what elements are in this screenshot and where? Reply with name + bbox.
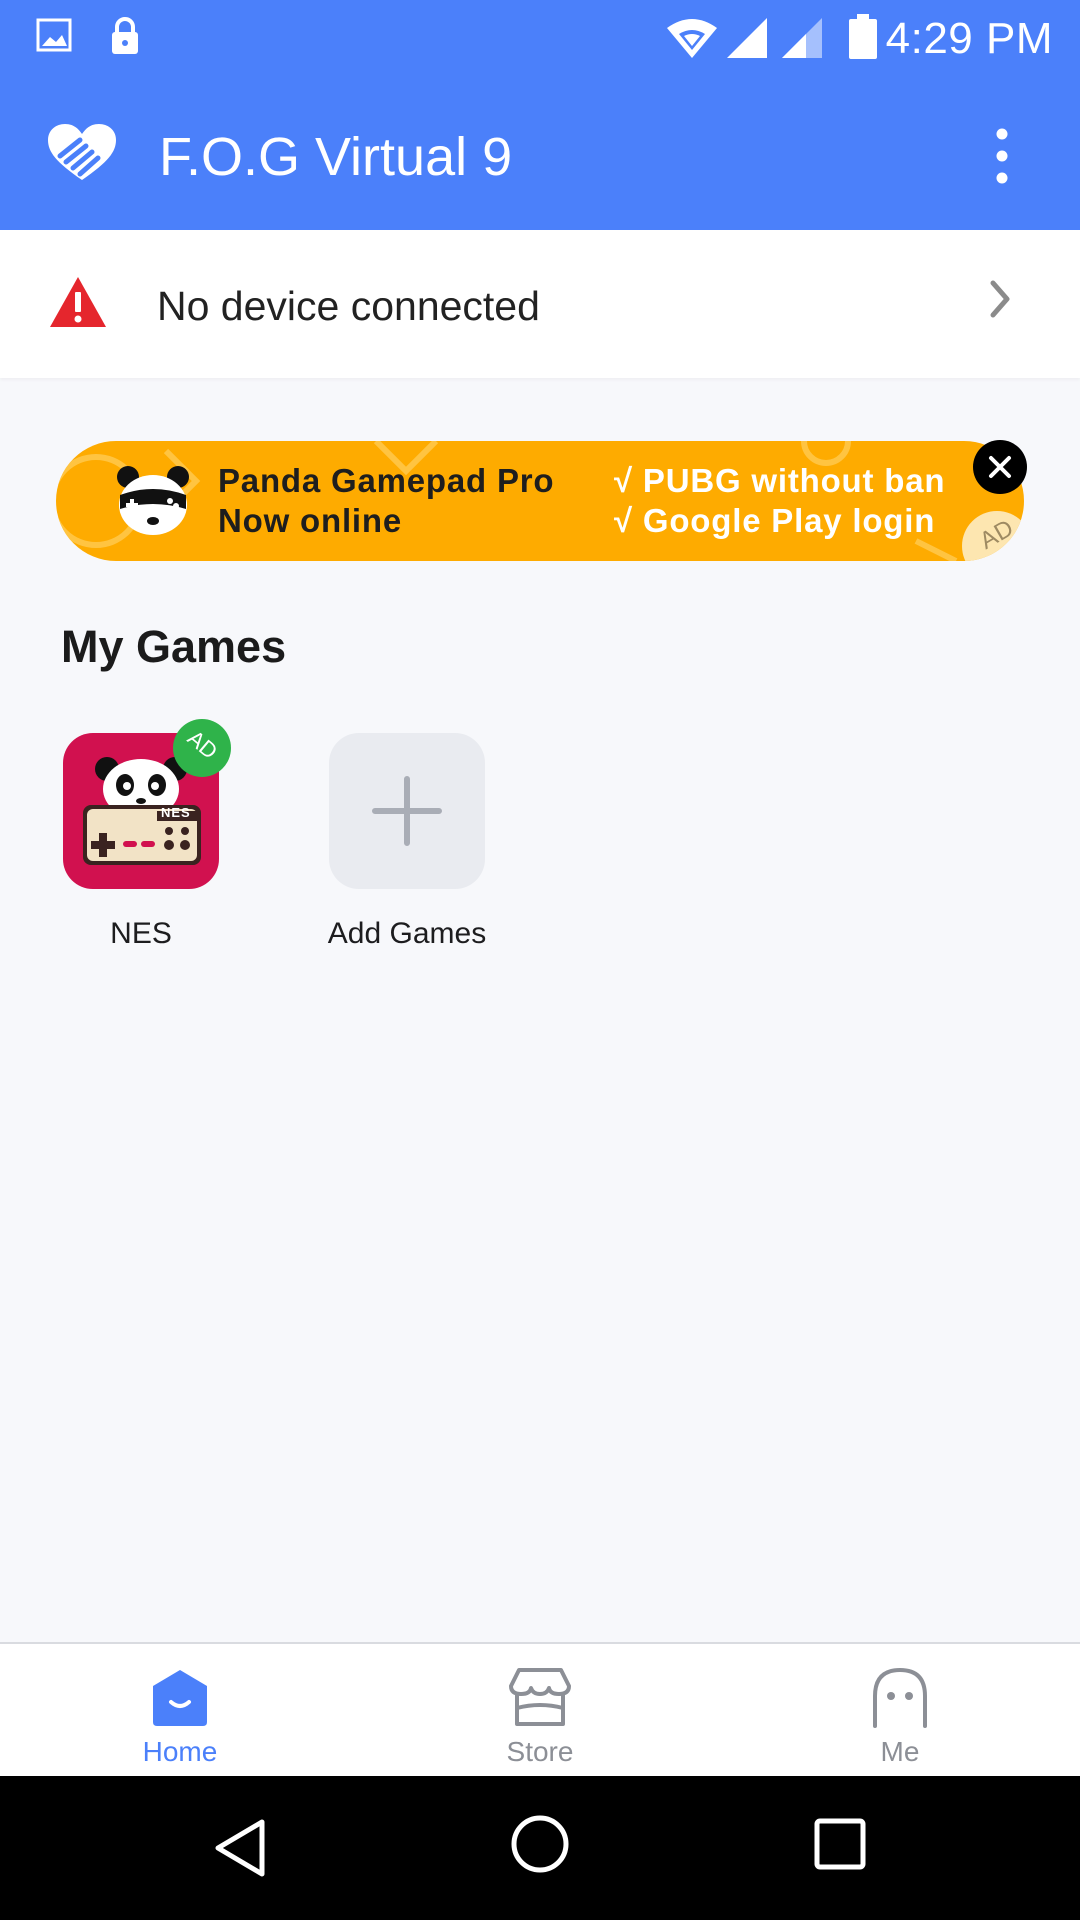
chevron-right-icon — [985, 277, 1015, 326]
nav-label: Home — [142, 1736, 218, 1767]
home-circle-icon[interactable] — [510, 1814, 570, 1879]
app-title: F.O.G Virtual 9 — [159, 127, 513, 187]
nav-label: Me — [880, 1736, 920, 1767]
signal-icon — [780, 16, 824, 65]
game-label: NES — [110, 917, 172, 950]
signal-icon — [725, 16, 769, 65]
plus-icon — [329, 733, 485, 889]
panda-gamepad-icon — [116, 465, 190, 542]
nav-me[interactable]: Me — [800, 1644, 1000, 1776]
image-icon — [36, 18, 72, 59]
back-icon[interactable] — [212, 1816, 268, 1885]
ad-subtitle: Now online — [218, 502, 402, 539]
ad-feature: √ Google Play login — [614, 502, 936, 539]
nes-icon-text: NES — [161, 805, 191, 820]
device-status-row[interactable]: No device connected — [0, 230, 1080, 378]
ad-banner[interactable]: Panda Gamepad Pro Now online √ PUBG with… — [56, 441, 1024, 561]
ad-feature: √ PUBG without ban — [614, 462, 946, 499]
system-nav-bar — [0, 1776, 1080, 1920]
ad-title: Panda Gamepad Pro — [218, 462, 555, 499]
ad-badge: AD — [173, 719, 231, 777]
section-title: My Games — [61, 621, 287, 672]
ad-label: AD — [975, 514, 1019, 555]
app-bar: F.O.G Virtual 9 — [0, 80, 1080, 230]
nav-home[interactable]: Home — [80, 1644, 280, 1776]
ghost-profile-icon — [867, 1664, 933, 1735]
store-icon — [507, 1664, 573, 1735]
close-icon[interactable] — [973, 440, 1027, 494]
nav-label: Store — [506, 1736, 574, 1767]
bottom-nav: Home Store Me — [0, 1642, 1080, 1776]
wifi-icon — [665, 16, 719, 65]
recents-icon[interactable] — [814, 1818, 866, 1875]
clock: 4:29 PM — [885, 14, 1053, 63]
battery-icon — [848, 14, 878, 65]
home-icon — [147, 1664, 213, 1735]
ad-badge-label: AD — [182, 725, 223, 765]
device-status-text: No device connected — [157, 283, 540, 329]
warning-icon — [48, 275, 108, 334]
game-label: Add Games — [327, 917, 487, 950]
more-vert-icon[interactable] — [980, 124, 1024, 188]
nav-store[interactable]: Store — [440, 1644, 640, 1776]
heart-hand-logo-icon — [46, 122, 118, 189]
status-bar: 4:29 PM — [0, 0, 1080, 80]
lock-icon — [110, 16, 140, 61]
